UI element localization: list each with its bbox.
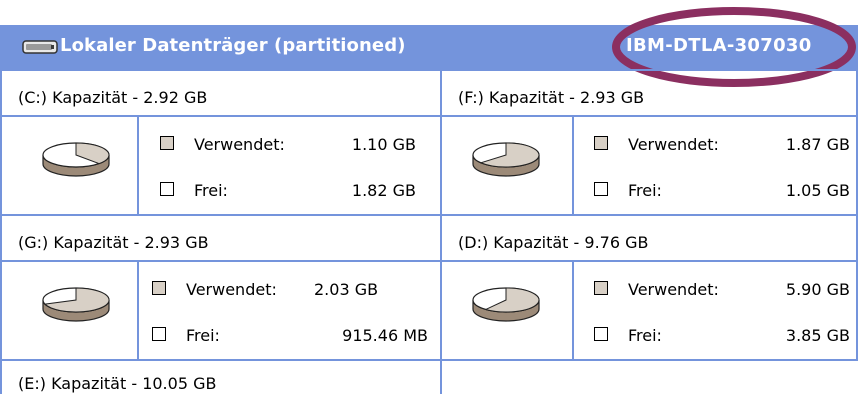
used-swatch-icon [594, 136, 608, 150]
free-swatch-icon [152, 327, 166, 341]
free-label: Frei: [628, 326, 662, 345]
partition-title-f: (F:) Kapazität - 2.93 GB [458, 88, 645, 107]
free-value: 1.82 GB [351, 181, 416, 200]
free-label: Frei: [194, 181, 228, 200]
used-label: Verwendet: [628, 280, 719, 299]
free-swatch-icon [594, 182, 608, 196]
free-label: Frei: [186, 326, 220, 345]
used-value: 2.03 GB [314, 280, 379, 299]
disk-usage-pie-icon [472, 142, 540, 177]
drive-model-name: IBM-DTLA-307030 [626, 35, 812, 56]
partition-grid: (C:) Kapazität - 2.92 GB Verwendet: 1.10… [0, 69, 858, 394]
free-swatch-icon [160, 182, 174, 196]
used-value: 1.10 GB [351, 135, 416, 154]
free-value: 1.05 GB [785, 181, 850, 200]
partition-title-d: (D:) Kapazität - 9.76 GB [458, 233, 649, 252]
free-swatch-icon [594, 327, 608, 341]
partition-title-e: (E:) Kapazität - 10.05 GB [18, 374, 217, 393]
disk-usage-pie-icon [42, 287, 110, 322]
used-value: 1.87 GB [785, 135, 850, 154]
used-swatch-icon [152, 281, 166, 295]
disk-usage-pie-icon [472, 287, 540, 322]
disk-usage-pie-icon [42, 142, 110, 177]
free-label: Frei: [628, 181, 662, 200]
used-swatch-icon [594, 281, 608, 295]
used-label: Verwendet: [194, 135, 285, 154]
used-label: Verwendet: [628, 135, 719, 154]
used-swatch-icon [160, 136, 174, 150]
free-value: 3.85 GB [785, 326, 850, 345]
hard-drive-icon [22, 40, 58, 54]
free-value: 915.46 MB [342, 326, 428, 345]
used-label: Verwendet: [186, 280, 277, 299]
drive-header: Lokaler Datenträger (partitioned) IBM-DT… [0, 25, 858, 69]
partition-title-g: (G:) Kapazität - 2.93 GB [18, 233, 209, 252]
partition-title-c: (C:) Kapazität - 2.92 GB [18, 88, 208, 107]
drive-title: Lokaler Datenträger (partitioned) [60, 35, 406, 56]
used-value: 5.90 GB [785, 280, 850, 299]
